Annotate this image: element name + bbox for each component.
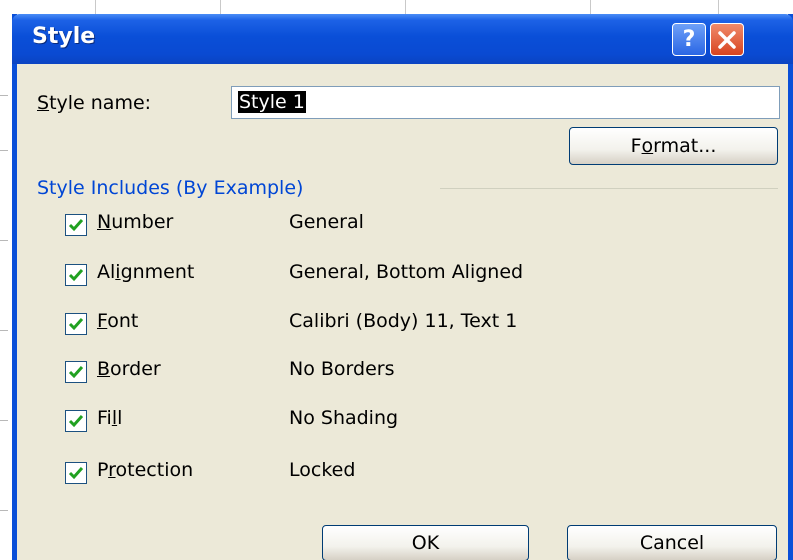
help-icon: ? xyxy=(682,27,696,52)
group-divider xyxy=(440,188,778,189)
fill-value: No Shading xyxy=(289,407,399,429)
protection-value: Locked xyxy=(289,459,356,481)
include-row-alignment[interactable]: Alignment General, Bottom Aligned xyxy=(65,261,785,291)
ok-button[interactable]: OK xyxy=(322,525,529,560)
number-label: Number xyxy=(97,211,173,233)
alignment-checkbox[interactable] xyxy=(65,264,87,286)
cancel-button[interactable]: Cancel xyxy=(567,525,777,560)
row-header-gutter xyxy=(0,0,12,560)
checkmark-icon xyxy=(68,366,84,379)
checkmark-icon xyxy=(68,219,84,232)
number-value: General xyxy=(289,211,364,233)
label-post: gnment xyxy=(120,261,195,283)
label-pre: Fi xyxy=(97,407,112,429)
format-button[interactable]: Fo rmat... xyxy=(569,127,778,165)
label-text: tyle name: xyxy=(49,92,152,114)
checkmark-icon xyxy=(68,467,84,480)
close-icon xyxy=(717,30,737,50)
border-label: Border xyxy=(97,358,161,380)
fill-checkbox[interactable] xyxy=(65,410,87,432)
number-checkbox[interactable] xyxy=(65,214,87,236)
font-label: Font xyxy=(97,310,138,332)
alignment-label: Alignment xyxy=(97,261,194,283)
mnemonic: S xyxy=(37,92,50,114)
label-pre: P xyxy=(97,459,109,481)
fill-label: Fill xyxy=(97,407,122,429)
label-mnemonic: B xyxy=(97,358,111,380)
style-includes-heading: Style Includes (By Example) xyxy=(37,177,304,199)
grid-line xyxy=(0,240,8,241)
format-label-mnemonic: o xyxy=(641,135,654,157)
grid-line xyxy=(0,95,8,96)
include-row-number[interactable]: Number General xyxy=(65,211,785,241)
label-mnemonic: N xyxy=(97,211,112,233)
protection-checkbox[interactable] xyxy=(65,462,87,484)
style-dialog: Style ? Style name: Style 1 Fo rmat... St… xyxy=(12,14,793,560)
include-row-border[interactable]: Border No Borders xyxy=(65,358,785,388)
include-row-fill[interactable]: Fill No Shading xyxy=(65,407,785,437)
label-pre: Al xyxy=(97,261,116,283)
font-value: Calibri (Body) 11, Text 1 xyxy=(289,310,518,332)
label-mnemonic: r xyxy=(108,459,116,481)
style-name-input[interactable]: Style 1 xyxy=(231,86,780,119)
style-name-label: Style name: xyxy=(37,92,151,114)
style-name-value: Style 1 xyxy=(238,91,306,113)
label-mnemonic: F xyxy=(97,310,108,332)
grid-line xyxy=(0,510,8,511)
label-post: order xyxy=(110,358,161,380)
checkmark-icon xyxy=(68,318,84,331)
checkmark-icon xyxy=(68,415,84,428)
format-label-pre: F xyxy=(630,135,642,157)
dialog-title: Style xyxy=(32,24,96,49)
label-post: ont xyxy=(107,310,139,332)
include-row-font[interactable]: Font Calibri (Body) 11, Text 1 xyxy=(65,310,785,340)
font-checkbox[interactable] xyxy=(65,313,87,335)
border-value: No Borders xyxy=(289,358,395,380)
format-label-post: rmat... xyxy=(653,135,717,157)
title-bar[interactable]: Style ? xyxy=(12,14,793,64)
label-post: umber xyxy=(111,211,174,233)
alignment-value: General, Bottom Aligned xyxy=(289,261,524,283)
border-checkbox[interactable] xyxy=(65,361,87,383)
include-row-protection[interactable]: Protection Locked xyxy=(65,459,785,489)
checkmark-icon xyxy=(68,269,84,282)
label-post: l xyxy=(117,407,123,429)
close-button[interactable] xyxy=(710,23,744,56)
grid-line xyxy=(0,150,8,151)
grid-line xyxy=(0,330,8,331)
protection-label: Protection xyxy=(97,459,193,481)
grid-line xyxy=(0,420,8,421)
dialog-body: Style name: Style 1 Fo rmat... Style Incl… xyxy=(17,64,788,560)
label-post: otection xyxy=(115,459,194,481)
help-button[interactable]: ? xyxy=(672,23,706,56)
